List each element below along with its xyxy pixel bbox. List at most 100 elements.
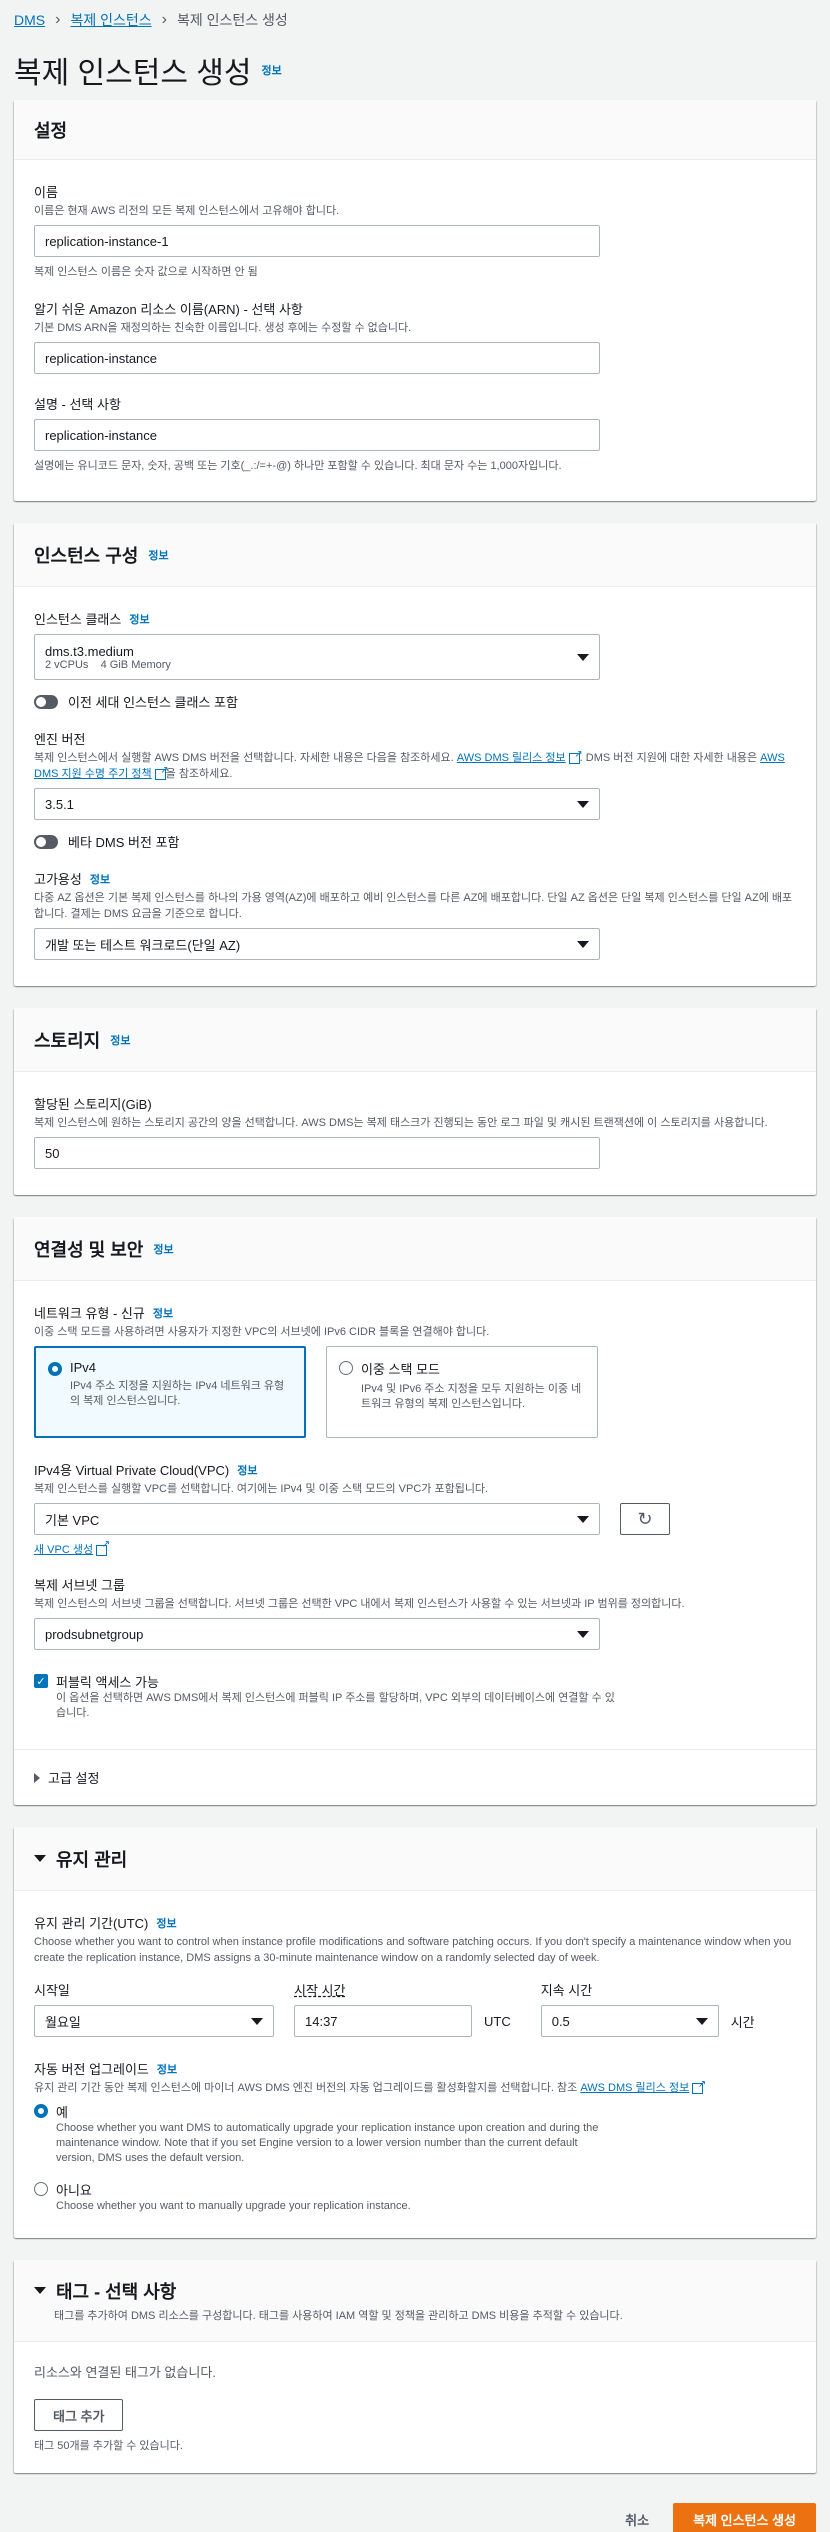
- network-info-link[interactable]: 정보: [153, 1241, 173, 1257]
- engine-version-label: 엔진 버전: [34, 732, 86, 747]
- vpc-info-link[interactable]: 정보: [237, 1462, 257, 1478]
- new-vpc-link[interactable]: 새 VPC 생성: [34, 1544, 93, 1556]
- ha-label-text: 고가용성: [34, 872, 82, 887]
- subnet-select[interactable]: prodsubnetgroup: [34, 1618, 600, 1650]
- auto-upgrade-yes-option[interactable]: 예 Choose whether you want DMS to automat…: [34, 2102, 796, 2166]
- engine-desc-text-3: 을 참조하세요.: [165, 768, 233, 780]
- auto-upgrade-description: 유지 관리 기간 동안 복제 인스턴스에 마이너 AWS DMS 엔진 버전의 …: [34, 2077, 796, 2096]
- maintenance-header[interactable]: 유지 관리: [14, 1827, 816, 1891]
- public-access-label: 퍼블릭 액세스 가능: [56, 1675, 159, 1690]
- external-link-icon: [96, 1539, 110, 1556]
- page-header: 복제 인스턴스 생성 정보: [14, 40, 816, 100]
- subnet-value: prodsubnetgroup: [45, 1626, 144, 1642]
- tags-header[interactable]: 태그 - 선택 사항 태그를 추가하여 DMS 리소스를 구성합니다. 태그를 …: [14, 2260, 816, 2342]
- vpc-label: IPv4용 Virtual Private Cloud(VPC) 정보: [34, 1460, 796, 1479]
- maintenance-title: 유지 관리: [56, 1849, 128, 1870]
- storage-label: 할당된 스토리지(GiB): [34, 1097, 152, 1112]
- tags-description: 태그를 추가하여 DMS 리소스를 구성합니다. 태그를 사용하여 IAM 역할…: [54, 2309, 623, 2322]
- description-label: 설명 - 선택 사항: [34, 397, 121, 412]
- public-access-description: 이 옵션을 선택하면 AWS DMS에서 복제 인스턴스에 퍼블릭 IP 주소를…: [56, 1692, 615, 1719]
- auto-upgrade-info-link[interactable]: 정보: [157, 2061, 177, 2077]
- advanced-settings-label: 고급 설정: [48, 1771, 100, 1786]
- description-input[interactable]: replication-instance: [34, 419, 600, 451]
- auto-upgrade-release-notes-link[interactable]: AWS DMS 릴리스 정보: [580, 2082, 689, 2094]
- ha-select[interactable]: 개발 또는 테스트 워크로드(단일 AZ): [34, 928, 600, 960]
- ha-info-link[interactable]: 정보: [90, 871, 110, 887]
- breadcrumb-dms[interactable]: DMS: [14, 12, 45, 28]
- beta-toggle-row[interactable]: 베타 DMS 버전 포함: [34, 832, 796, 851]
- page-title: 복제 인스턴스 생성: [14, 57, 252, 90]
- engine-version-select[interactable]: 3.5.1: [34, 788, 600, 820]
- engine-desc-text: 복제 인스턴스에서 실행할 AWS DMS 버전을 선택합니다. 자세한 내용은…: [34, 752, 454, 764]
- vpc-select[interactable]: 기본 VPC: [34, 1503, 600, 1535]
- radio-selected-icon[interactable]: [48, 1362, 62, 1376]
- subnet-description: 복제 인스턴스의 서브넷 그룹을 선택합니다. 서브넷 그룹은 선택한 VPC …: [34, 1598, 685, 1610]
- maintenance-window-row: 시작일 월요일 시작 시간 14:37 UTC 지속 시간 0.5 시간: [34, 1980, 796, 2037]
- network-title: 연결성 및 보안: [34, 1239, 144, 1260]
- cancel-button[interactable]: 취소: [625, 2510, 649, 2529]
- engine-version-value: 3.5.1: [45, 796, 74, 812]
- release-notes-link[interactable]: AWS DMS 릴리스 정보: [457, 752, 566, 764]
- engine-desc-text-2: . DMS 버전 지원에 대한 자세한 내용은: [579, 752, 758, 764]
- create-replication-instance-button[interactable]: 복제 인스턴스 생성: [673, 2503, 816, 2532]
- auto-upgrade-label: 자동 버전 업그레이드 정보: [34, 2059, 796, 2078]
- auto-upgrade-label-text: 자동 버전 업그레이드: [34, 2062, 149, 2077]
- name-input[interactable]: replication-instance-1: [34, 225, 600, 257]
- storage-input[interactable]: 50: [34, 1137, 600, 1169]
- instance-class-info-link[interactable]: 정보: [129, 611, 149, 627]
- radio-selected-icon[interactable]: [34, 2104, 48, 2118]
- storage-description: 복제 인스턴스에 원하는 스토리지 공간의 양을 선택합니다. AWS DMS는…: [34, 1117, 768, 1129]
- public-access-row[interactable]: ✓ 퍼블릭 액세스 가능 이 옵션을 선택하면 AWS DMS에서 복제 인스턴…: [34, 1672, 796, 1721]
- maintenance-info-link[interactable]: 정보: [156, 1915, 176, 1931]
- storage-title: 스토리지: [34, 1030, 101, 1051]
- auto-upgrade-no-option[interactable]: 아니요 Choose whether you want to manually …: [34, 2180, 796, 2214]
- start-day-select[interactable]: 월요일: [34, 2005, 274, 2037]
- description-hint: 설명에는 유니코드 문자, 숫자, 공백 또는 기호(_.:/=+-@) 하나만…: [34, 460, 562, 472]
- name-label: 이름: [34, 185, 58, 200]
- tags-empty-text: 리소스와 연결된 태그가 없습니다.: [34, 2365, 216, 2380]
- maintenance-window-description: Choose whether you want to control when …: [34, 1936, 792, 1964]
- network-header: 연결성 및 보안 정보: [14, 1217, 816, 1281]
- start-day-label: 시작일: [34, 1983, 70, 1998]
- subnet-label: 복제 서브넷 그룹: [34, 1578, 125, 1593]
- auto-upgrade-no-description: Choose whether you want to manually upgr…: [56, 2200, 411, 2212]
- breadcrumb-replication-instances[interactable]: 복제 인스턴스: [70, 10, 151, 30]
- radio-unselected-icon[interactable]: [339, 1361, 353, 1375]
- ha-value: 개발 또는 테스트 워크로드(단일 AZ): [45, 937, 241, 953]
- toggle-off-icon[interactable]: [34, 694, 58, 709]
- start-time-input[interactable]: 14:37: [294, 2005, 472, 2037]
- advanced-settings-expander[interactable]: 고급 설정: [14, 1750, 816, 1805]
- storage-info-link[interactable]: 정보: [110, 1032, 130, 1048]
- maintenance-panel: 유지 관리 유지 관리 기간(UTC) 정보 Choose whether yo…: [14, 1827, 816, 2238]
- refresh-icon: ↻: [637, 1508, 653, 1529]
- dual-stack-option[interactable]: 이중 스택 모드 IPv4 및 IPv6 주소 지정을 모두 지원하는 이중 네…: [326, 1346, 598, 1438]
- instance-class-select[interactable]: dms.t3.medium 2 vCPUs 4 GiB Memory: [34, 634, 600, 680]
- caret-down-icon: [34, 2287, 46, 2294]
- radio-unselected-icon[interactable]: [34, 2182, 48, 2196]
- settings-panel: 설정 이름 이름은 현재 AWS 리전의 모든 복제 인스턴스에서 고유해야 합…: [14, 100, 816, 501]
- instance-config-info-link[interactable]: 정보: [148, 547, 168, 563]
- prev-gen-toggle-row[interactable]: 이전 세대 인스턴스 클래스 포함: [34, 692, 796, 711]
- hours-label: 시간: [730, 2014, 755, 2030]
- caret-down-icon: [577, 653, 589, 661]
- add-tag-button[interactable]: 태그 추가: [34, 2399, 124, 2431]
- arn-input[interactable]: replication-instance: [34, 342, 600, 374]
- toggle-off-icon[interactable]: [34, 834, 58, 849]
- network-type-options: IPv4 IPv4 주소 지정을 지원하는 IPv4 네트워크 유형의 복제 인…: [34, 1346, 796, 1438]
- refresh-vpc-button[interactable]: ↻: [620, 1503, 670, 1535]
- prev-gen-label: 이전 세대 인스턴스 클래스 포함: [68, 695, 238, 710]
- tags-limit-hint: 태그 50개를 추가할 수 있습니다.: [34, 2440, 183, 2452]
- arn-description: 기본 DMS ARN을 재정의하는 친숙한 이름입니다. 생성 후에는 수정할 …: [34, 322, 412, 334]
- storage-panel: 스토리지 정보 할당된 스토리지(GiB) 복제 인스턴스에 원하는 스토리지 …: [14, 1008, 816, 1195]
- auto-upgrade-desc-text: 유지 관리 기간 동안 복제 인스턴스에 마이너 AWS DMS 엔진 버전의 …: [34, 2082, 578, 2094]
- page-info-link[interactable]: 정보: [261, 62, 281, 78]
- network-type-info-link[interactable]: 정보: [153, 1305, 173, 1321]
- instance-class-label-text: 인스턴스 클래스: [34, 612, 122, 627]
- caret-right-icon: [34, 1772, 40, 1783]
- caret-down-icon: [251, 2017, 263, 2025]
- duration-select[interactable]: 0.5: [540, 2005, 719, 2037]
- network-panel: 연결성 및 보안 정보 네트워크 유형 - 신규 정보 이중 스택 모드를 사용…: [14, 1217, 816, 1805]
- ipv4-option[interactable]: IPv4 IPv4 주소 지정을 지원하는 IPv4 네트워크 유형의 복제 인…: [34, 1346, 306, 1438]
- checkbox-checked-icon[interactable]: ✓: [34, 1674, 48, 1688]
- form-actions: 취소 복제 인스턴스 생성: [0, 2495, 830, 2532]
